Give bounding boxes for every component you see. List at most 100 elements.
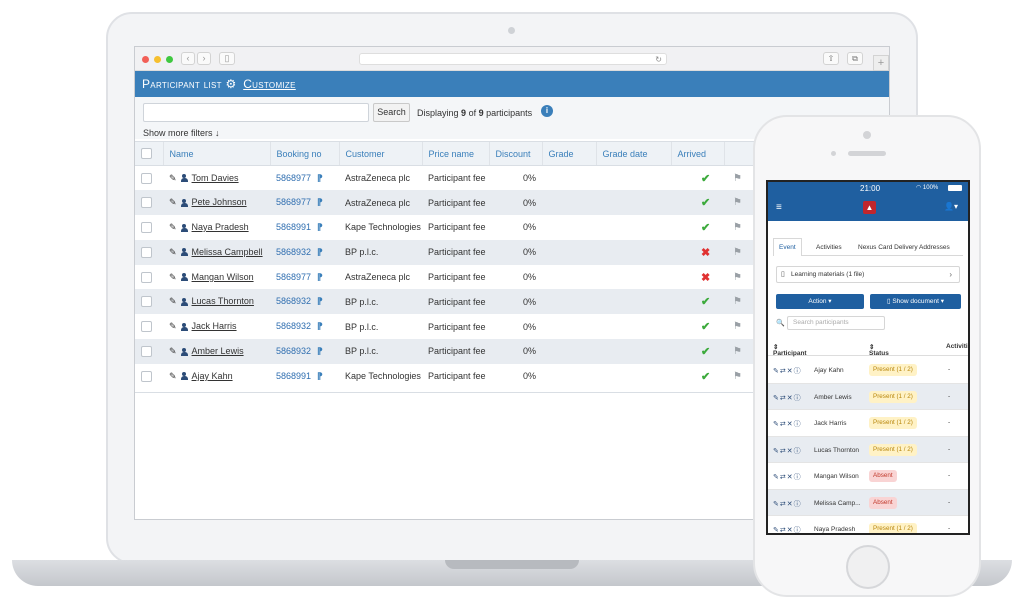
- column-header[interactable]: Discount: [488, 141, 542, 166]
- row-checkbox[interactable]: [141, 246, 152, 258]
- column-header[interactable]: Grade date: [595, 141, 671, 166]
- close-dot-icon[interactable]: [142, 56, 149, 63]
- booking-pin-icon[interactable]: ⁋: [317, 222, 323, 232]
- flag-icon[interactable]: ⚑: [733, 222, 742, 233]
- person-icon[interactable]: [180, 372, 188, 381]
- user-menu-icon[interactable]: 👤▾: [944, 202, 958, 211]
- booking-number[interactable]: 5868977: [276, 272, 311, 282]
- row-checkbox[interactable]: [141, 172, 152, 184]
- flag-icon[interactable]: ⚑: [733, 296, 742, 307]
- row-action-icons[interactable]: ✎⇄✕ⓘ: [773, 393, 802, 403]
- list-item[interactable]: ✎⇄✕ⓘ Ajay Kahn Present (1 / 2) -: [768, 357, 968, 384]
- booking-number[interactable]: 5868977: [276, 197, 311, 207]
- list-item[interactable]: ✎⇄✕ⓘ Jack Harris Present (1 / 2) -: [768, 410, 968, 437]
- share-icon[interactable]: ⇧: [823, 52, 839, 65]
- participant-name-link[interactable]: Pete Johnson: [192, 197, 247, 207]
- person-icon[interactable]: [180, 223, 188, 232]
- edit-icon[interactable]: ✎: [169, 197, 177, 207]
- check-icon[interactable]: ✔: [701, 371, 710, 383]
- search-input[interactable]: [143, 103, 369, 122]
- new-tab-icon[interactable]: +: [873, 55, 889, 71]
- cross-icon[interactable]: ✖: [701, 272, 710, 284]
- booking-pin-icon[interactable]: ⁋: [317, 371, 323, 381]
- row-action-icons[interactable]: ✎⇄✕ⓘ: [773, 525, 802, 533]
- participant-search-input[interactable]: Search participants: [787, 316, 885, 330]
- tab-activities[interactable]: Activities: [810, 238, 848, 256]
- participant-name-link[interactable]: Ajay Kahn: [192, 371, 233, 381]
- booking-number[interactable]: 5868991: [276, 222, 311, 232]
- person-icon[interactable]: [180, 248, 188, 257]
- check-icon[interactable]: ✔: [701, 173, 710, 185]
- column-header[interactable]: Status ⇕: [869, 343, 889, 357]
- info-icon[interactable]: i: [541, 105, 553, 117]
- search-button[interactable]: Search: [373, 103, 410, 122]
- column-header[interactable]: Participant ⇕: [773, 343, 807, 357]
- booking-number[interactable]: 5868932: [276, 296, 311, 306]
- row-action-icons[interactable]: ✎⇄✕ⓘ: [773, 446, 802, 456]
- person-icon[interactable]: [180, 298, 188, 306]
- edit-icon[interactable]: ✎: [169, 272, 177, 282]
- booking-pin-icon[interactable]: ⁋: [317, 173, 323, 183]
- booking-number[interactable]: 5868932: [276, 321, 311, 331]
- flag-icon[interactable]: ⚑: [733, 247, 742, 258]
- booking-number[interactable]: 5868932: [276, 247, 311, 257]
- edit-icon[interactable]: ✎: [169, 346, 177, 356]
- flag-icon[interactable]: ⚑: [733, 272, 742, 283]
- row-action-icons[interactable]: ✎⇄✕ⓘ: [773, 366, 802, 376]
- row-checkbox[interactable]: [141, 271, 152, 283]
- row-checkbox[interactable]: [141, 197, 152, 209]
- column-header[interactable]: Arrived: [670, 141, 724, 166]
- flag-icon[interactable]: ⚑: [733, 197, 742, 208]
- edit-icon[interactable]: ✎: [169, 173, 177, 183]
- edit-icon[interactable]: ✎: [169, 371, 177, 381]
- tab-event[interactable]: Event: [773, 238, 802, 256]
- row-checkbox[interactable]: [141, 370, 152, 382]
- sidebar-icon[interactable]: ▯: [219, 52, 235, 65]
- booking-pin-icon[interactable]: ⁋: [317, 296, 323, 306]
- customize-link[interactable]: Customize: [243, 77, 296, 91]
- participant-name-link[interactable]: Lucas Thornton: [192, 296, 254, 306]
- forward-icon[interactable]: ›: [197, 52, 211, 65]
- row-action-icons[interactable]: ✎⇄✕ⓘ: [773, 472, 802, 482]
- person-icon[interactable]: [180, 273, 188, 282]
- select-all-checkbox[interactable]: [141, 148, 152, 160]
- action-button[interactable]: Action ▾: [776, 294, 864, 309]
- edit-icon[interactable]: ✎: [169, 296, 177, 306]
- check-icon[interactable]: ✔: [701, 296, 710, 308]
- row-checkbox[interactable]: [141, 296, 152, 308]
- edit-icon[interactable]: ✎: [169, 247, 177, 257]
- maximize-dot-icon[interactable]: [166, 56, 173, 63]
- check-icon[interactable]: ✔: [701, 197, 710, 209]
- back-icon[interactable]: ‹: [181, 52, 195, 65]
- row-action-icons[interactable]: ✎⇄✕ⓘ: [773, 419, 802, 429]
- row-action-icons[interactable]: ✎⇄✕ⓘ: [773, 499, 802, 509]
- gear-icon[interactable]: ⚙: [226, 77, 237, 91]
- menu-icon[interactable]: ≡: [776, 202, 782, 213]
- list-item[interactable]: ✎⇄✕ⓘ Melissa Camp... Absent -: [768, 489, 968, 516]
- column-header[interactable]: Customer: [338, 141, 422, 166]
- tabs-icon[interactable]: ⧉: [847, 52, 863, 65]
- flag-icon[interactable]: ⚑: [733, 173, 742, 184]
- column-header[interactable]: Name: [162, 141, 270, 166]
- booking-pin-icon[interactable]: ⁋: [317, 346, 323, 356]
- flag-icon[interactable]: ⚑: [733, 321, 742, 332]
- participant-name-link[interactable]: Mangan Wilson: [192, 272, 254, 282]
- booking-number[interactable]: 5868932: [276, 346, 311, 356]
- booking-number[interactable]: 5868991: [276, 371, 311, 381]
- check-icon[interactable]: ✔: [701, 321, 710, 333]
- minimize-dot-icon[interactable]: [154, 56, 161, 63]
- column-header[interactable]: Booking no: [269, 141, 339, 166]
- logo-icon[interactable]: ▲: [863, 201, 876, 214]
- list-item[interactable]: ✎⇄✕ⓘ Amber Lewis Present (1 / 2) -: [768, 383, 968, 410]
- show-more-filters-link[interactable]: Show more filters ↓: [143, 128, 220, 138]
- person-icon[interactable]: [180, 174, 188, 183]
- flag-icon[interactable]: ⚑: [733, 371, 742, 382]
- participant-name-link[interactable]: Jack Harris: [192, 321, 237, 331]
- participant-name-link[interactable]: Tom Davies: [192, 173, 239, 183]
- column-header[interactable]: Activiti: [946, 343, 968, 350]
- edit-icon[interactable]: ✎: [169, 321, 177, 331]
- check-icon[interactable]: ✔: [701, 222, 710, 234]
- row-checkbox[interactable]: [141, 222, 152, 234]
- cross-icon[interactable]: ✖: [701, 247, 710, 259]
- row-checkbox[interactable]: [141, 346, 152, 358]
